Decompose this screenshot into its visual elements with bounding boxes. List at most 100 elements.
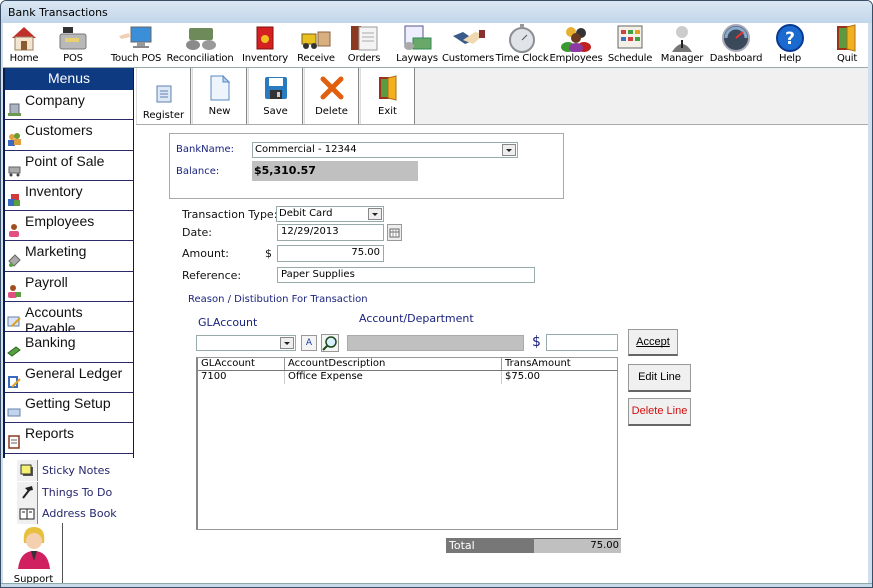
window-bottom-border [1,583,872,587]
things-to-do-link[interactable]: Things To Do [17,481,135,504]
hammer-icon [17,481,38,503]
payable-pencil-icon [7,314,21,328]
account-department-display [347,335,524,351]
marketing-tag-icon [7,253,21,268]
address-book-icon [17,503,38,525]
toolbar-orders-button[interactable]: Orders [343,23,385,68]
toolbar-inventory-button[interactable]: Inventory [240,23,290,68]
distribution-amount-field[interactable] [546,334,618,351]
inventory-box-icon [248,23,282,53]
toolbar-schedule-button[interactable]: Schedule [607,23,653,68]
calendar-icon[interactable] [387,224,402,241]
sidebar-item-banking[interactable]: Banking [5,332,133,363]
toolbar-manager-button[interactable]: Manager [659,23,705,68]
sidebar-item-employees[interactable]: Employees [5,211,133,242]
sidebar-item-accounts-payable[interactable]: Accounts Payable [5,302,133,336]
date-label: Date: [182,226,212,239]
column-header-trans-amount[interactable]: TransAmount [502,358,617,370]
bank-name-label: BankName: [176,144,234,155]
toolbar-help-button[interactable]: ? Help [772,23,808,68]
exit-button[interactable]: Exit [360,68,415,124]
transaction-type-select[interactable]: Debit Card [276,206,384,222]
balance-label: Balance: [176,166,220,177]
toolbar-reconciliation-button[interactable]: Reconciliation [167,23,234,68]
chevron-down-icon[interactable] [368,208,382,220]
amount-currency: $ [265,247,272,260]
accept-button[interactable]: Accept [628,329,678,356]
toolbar-pos-button[interactable]: POS [55,23,91,68]
keyboard-icon [7,405,21,419]
glaccount-select[interactable] [196,335,296,351]
edit-line-button[interactable]: Edit Line [628,364,691,392]
employee-icon [7,223,21,238]
new-button[interactable]: New [192,68,247,124]
glaccount-label: GLAccount [198,316,258,329]
sidebar-item-payroll[interactable]: Payroll [5,271,133,303]
account-department-label: Account/Department [359,312,474,325]
report-icon [7,435,21,450]
cash-icon [7,344,21,358]
exit-door-icon [830,23,864,53]
search-icon[interactable] [321,334,339,352]
total-distributed-value: 75.00 [534,538,621,553]
customers-icon [7,132,21,147]
delete-line-button[interactable]: Delete Line [628,398,691,426]
bank-name-select[interactable]: Commercial - 12344 [252,142,518,158]
register-button[interactable]: Register [136,68,191,124]
bank-panel: BankName: Commercial - 12344 Balance: $5… [169,133,564,199]
sidebar-item-inventory[interactable]: Inventory [5,180,133,212]
delete-x-icon [318,74,346,102]
quick-links: Sticky Notes Things To Do Address Book [17,460,135,525]
sidebar-item-reports[interactable]: Reports [5,423,133,454]
column-header-glaccount[interactable]: GLAccount [198,358,285,370]
chevron-down-icon[interactable] [502,144,516,156]
main-toolbar: Home POS Touch POS Reconciliation Invent… [3,23,868,68]
people-icon [559,23,593,53]
toolbar-home-button[interactable]: Home [6,23,42,68]
save-disk-icon [262,74,290,102]
sticky-notes-link[interactable]: Sticky Notes [17,460,135,482]
stopwatch-icon [505,23,539,53]
toolbar-touch-pos-button[interactable]: Touch POS [109,23,163,68]
address-book-link[interactable]: Address Book [17,503,135,525]
delete-button[interactable]: Delete [304,68,359,124]
support-button[interactable]: Support [5,523,63,585]
sidebar-item-company[interactable]: Company [5,90,133,121]
toolbar-quit-button[interactable]: Quit [829,23,865,68]
orders-document-icon [347,23,381,53]
sidebar-item-getting-setup[interactable]: Getting Setup [5,392,133,424]
toolbar-dashboard-button[interactable]: Dashboard [708,23,764,68]
save-button[interactable]: Save [248,68,303,124]
toolbar-time-clock-button[interactable]: Time Clock [496,23,549,68]
toolbar-layways-button[interactable]: Layways [394,23,440,68]
toolbar-employees-button[interactable]: Employees [550,23,603,68]
home-icon [7,23,41,53]
distribution-currency: $ [532,334,541,350]
manager-icon [665,23,699,53]
money-stack-icon [183,23,217,53]
svg-text:?: ? [785,29,795,49]
toolbar-customers-button[interactable]: Customers [442,23,494,68]
transaction-type-label: Transaction Type: [182,208,278,221]
table-row[interactable]: 7100 Office Expense $75.00 [198,371,617,384]
chevron-down-icon[interactable] [280,337,294,349]
sidebar-item-customers[interactable]: Customers [5,120,133,151]
support-agent-icon [5,525,62,572]
title-bar: Bank Transactions [1,1,872,23]
layaway-calendar-icon [400,23,434,53]
account-lookup-a-button[interactable]: A [301,335,317,351]
toolbar-receive-button[interactable]: Receive [295,23,337,68]
distribution-table: GLAccount AccountDescription TransAmount… [196,357,618,530]
column-header-account-description[interactable]: AccountDescription [285,358,502,370]
amount-label: Amount: [182,247,229,260]
reference-field[interactable]: Paper Supplies [277,267,535,283]
touch-screen-icon [119,23,153,53]
register-icon [150,80,178,108]
amount-field[interactable]: 75.00 [277,245,384,262]
date-field[interactable]: 12/29/2013 [277,224,384,241]
sticky-note-icon [17,460,38,482]
sidebar-item-general-ledger[interactable]: General Ledger [5,362,133,393]
sidebar-item-point-of-sale[interactable]: Point of Sale [5,150,133,181]
sidebar-item-marketing[interactable]: Marketing [5,241,133,272]
balance-value: $5,310.57 [252,161,418,181]
